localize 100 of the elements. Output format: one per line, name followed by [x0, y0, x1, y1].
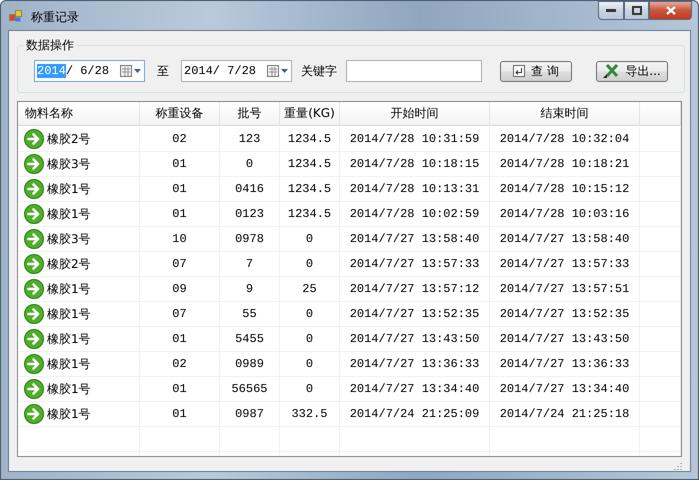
table-cell: 橡胶1号: [47, 180, 91, 198]
empty-cell: [640, 352, 681, 377]
table-cell: 2014/7/28 10:02:59: [340, 202, 490, 227]
empty-cell: [640, 127, 681, 152]
table-cell: 07: [140, 302, 220, 327]
table-cell: 2014/7/27 13:58:40: [340, 227, 490, 252]
empty-cell: [640, 177, 681, 202]
table-cell: 1234.5: [280, 127, 340, 152]
table-cell: 01: [140, 402, 220, 427]
table-cell: 橡胶3号: [47, 230, 91, 248]
table-cell: 2014/7/27 13:34:40: [490, 377, 640, 402]
table-cell: 1234.5: [280, 152, 340, 177]
table-cell: 橡胶1号: [47, 306, 91, 322]
table-cell: 9: [220, 277, 280, 302]
table-cell: 0: [280, 227, 340, 252]
table-cell: 09: [140, 277, 220, 302]
table-cell: 2014/7/28 10:15:12: [490, 177, 640, 202]
table-cell: 橡胶2号: [47, 256, 91, 272]
table-cell: 2014/7/27 13:52:35: [490, 302, 640, 327]
table-cell: 2014/7/27 13:36:33: [490, 352, 640, 377]
table-cell: 332.5: [280, 402, 340, 427]
resize-grip-icon[interactable]: [672, 461, 682, 471]
table-cell: 2014/7/24 21:25:18: [490, 402, 640, 427]
table-cell: 01: [140, 152, 220, 177]
maximize-button[interactable]: [624, 1, 649, 20]
start-date-picker[interactable]: 2014/ 6/28: [34, 60, 145, 82]
table-cell: 2014/7/27 13:57:12: [340, 277, 490, 302]
table-cell: 2014/7/27 13:43:50: [340, 327, 490, 352]
table-cell: 0: [280, 352, 340, 377]
calendar-dropdown-icon[interactable]: [267, 65, 289, 77]
column-header[interactable]: 批号: [220, 102, 280, 126]
column-header[interactable]: 称重设备: [140, 102, 220, 126]
end-date-picker[interactable]: 2014/ 7/28: [181, 60, 292, 82]
table-cell: 02: [140, 352, 220, 377]
table-cell: 2014/7/27 13:57:51: [490, 277, 640, 302]
table-cell: 0987: [220, 402, 280, 427]
table-cell: 1234.5: [280, 177, 340, 202]
table-cell: 2014/7/28 10:18:21: [490, 152, 640, 177]
table-cell: 橡胶1号: [47, 380, 91, 398]
table-cell: 2014/7/28 10:32:04: [490, 127, 640, 152]
table-cell: 0978: [220, 227, 280, 252]
table-cell: 5455: [220, 327, 280, 352]
query-button[interactable]: 查 询: [500, 60, 572, 82]
empty-cell: [640, 402, 681, 427]
empty-cell: [640, 227, 681, 252]
table-cell: 2014/7/27 13:34:40: [340, 377, 490, 402]
column-header[interactable]: 重量(KG): [280, 102, 340, 126]
table-cell: 橡胶1号: [47, 206, 91, 222]
column-header-filler: [640, 102, 681, 126]
table-cell: 0989: [220, 352, 280, 377]
table-cell: 123: [220, 127, 280, 152]
table-cell: 2014/7/28 10:31:59: [340, 127, 490, 152]
enter-key-icon: [513, 65, 526, 77]
empty-cell: [640, 152, 681, 177]
table-cell: 01: [140, 377, 220, 402]
export-button[interactable]: 导出...: [596, 60, 668, 82]
empty-cell: [640, 202, 681, 227]
close-button[interactable]: [649, 1, 692, 20]
empty-cell: [640, 377, 681, 402]
table-cell: 0416: [220, 177, 280, 202]
date-value: 2014/ 6/28: [37, 64, 110, 78]
table-cell: 橡胶1号: [47, 280, 91, 298]
empty-cell: [640, 277, 681, 302]
table-cell: 2014/7/27 13:57:33: [340, 252, 490, 277]
table-cell: 0: [280, 252, 340, 277]
table-cell: 02: [140, 127, 220, 152]
column-header[interactable]: 物料名称: [18, 102, 140, 126]
empty-cell: [640, 302, 681, 327]
table-cell: 橡胶3号: [47, 156, 91, 172]
empty-cell: [640, 427, 681, 452]
table-cell: 2014/7/27 13:36:33: [340, 352, 490, 377]
column-header[interactable]: 开始时间: [340, 102, 490, 126]
table-cell: 10: [140, 227, 220, 252]
table-cell: 橡胶1号: [47, 330, 91, 348]
empty-cell: [640, 252, 681, 277]
keyword-field[interactable]: [346, 60, 482, 82]
minimize-button[interactable]: [598, 1, 624, 20]
column-header[interactable]: 结束时间: [490, 102, 640, 126]
table-cell: 2014/7/28 10:03:16: [490, 202, 640, 227]
table-cell: 56565: [220, 377, 280, 402]
table-cell: 1234.5: [280, 202, 340, 227]
keyword-label: 关键字: [301, 62, 337, 80]
calendar-dropdown-icon[interactable]: [120, 65, 142, 77]
table-cell: 25: [280, 277, 340, 302]
table-cell: 0: [220, 152, 280, 177]
table-cell: 2014/7/28 10:18:15: [340, 152, 490, 177]
table-cell: 01: [140, 327, 220, 352]
table-cell: 2014/7/27 13:52:35: [340, 302, 490, 327]
table-cell: 7: [220, 252, 280, 277]
table-cell: 0: [280, 327, 340, 352]
table-cell: 橡胶1号: [47, 406, 91, 422]
table-cell: 0123: [220, 202, 280, 227]
table-cell: 2014/7/27 13:57:33: [490, 252, 640, 277]
table-cell: 2014/7/27 13:58:40: [490, 227, 640, 252]
table-cell: 0: [280, 377, 340, 402]
app-icon: [9, 9, 23, 23]
window-title: 称重记录: [31, 9, 80, 26]
table-cell: 橡胶2号: [47, 130, 91, 148]
maximize-icon: [632, 6, 642, 15]
table-cell: 橡胶1号: [47, 356, 91, 372]
